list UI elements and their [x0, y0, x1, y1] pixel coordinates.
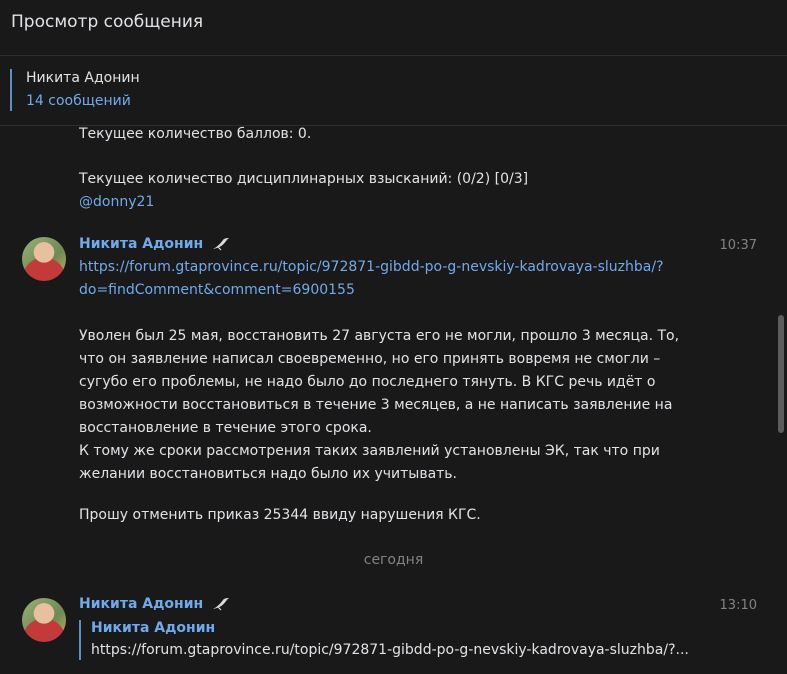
message-author-name[interactable]: Никита Адонин [79, 236, 203, 252]
quote-text: https://forum.gtaprovince.ru/topic/97287… [91, 642, 689, 658]
message-time: 13:10 [719, 598, 757, 613]
message-text-line: что он заявление написал своевременно, н… [79, 351, 661, 367]
message-author[interactable]: Никита Адонин [79, 236, 230, 252]
message-text-line: сугубо его проблемы, не надо было до пос… [79, 374, 656, 390]
message-text-line: Уволен был 25 мая, восстановить 27 авгус… [79, 328, 680, 344]
message-text-line: Текущее количество баллов: 0. [79, 126, 312, 142]
message-link[interactable]: do=findComment&comment=6900155 [79, 279, 355, 302]
chat-info-accent-bar [10, 69, 12, 111]
message-text-line: Прошу отменить приказ 25344 ввиду наруше… [79, 507, 481, 523]
quote-author: Никита Адонин [91, 620, 216, 636]
date-separator: сегодня [363, 552, 424, 568]
page-title: Просмотр сообщения [11, 12, 204, 32]
message-link[interactable]: https://forum.gtaprovince.ru/topic/97287… [79, 256, 664, 279]
message-text-line: К тому же сроки рассмотрения таких заявл… [79, 443, 660, 459]
bird-icon [213, 598, 230, 611]
chat-info-name[interactable]: Никита Адонин [26, 70, 140, 86]
avatar[interactable] [22, 237, 66, 281]
message-text-line: Текущее количество дисциплинарных взыска… [79, 171, 529, 187]
chat-info[interactable]: Никита Адонин 14 сообщений [0, 56, 787, 126]
chat-info-message-count[interactable]: 14 сообщений [26, 93, 131, 109]
header: Просмотр сообщения [0, 0, 787, 56]
message-author-name[interactable]: Никита Адонин [79, 596, 203, 612]
message-text-line: восстановление в течение этого срока. [79, 420, 372, 436]
message-author[interactable]: Никита Адонин [79, 596, 230, 612]
message-text-line: возможности восстановиться в течение 3 м… [79, 397, 673, 413]
scrollbar-thumb[interactable] [778, 315, 784, 433]
reply-quote[interactable]: Никита Адонин https://forum.gtaprovince.… [79, 620, 711, 660]
message-text-line: желании восстановиться надо было их учит… [79, 466, 458, 482]
message-view-window: Просмотр сообщения Никита Адонин 14 сооб… [0, 0, 787, 674]
bird-icon [213, 238, 230, 251]
message-time: 10:37 [719, 238, 757, 253]
avatar[interactable] [22, 598, 66, 642]
message-feed[interactable]: Текущее количество баллов: 0. Текущее ко… [0, 126, 787, 674]
mention-link[interactable]: @donny21 [79, 191, 154, 214]
